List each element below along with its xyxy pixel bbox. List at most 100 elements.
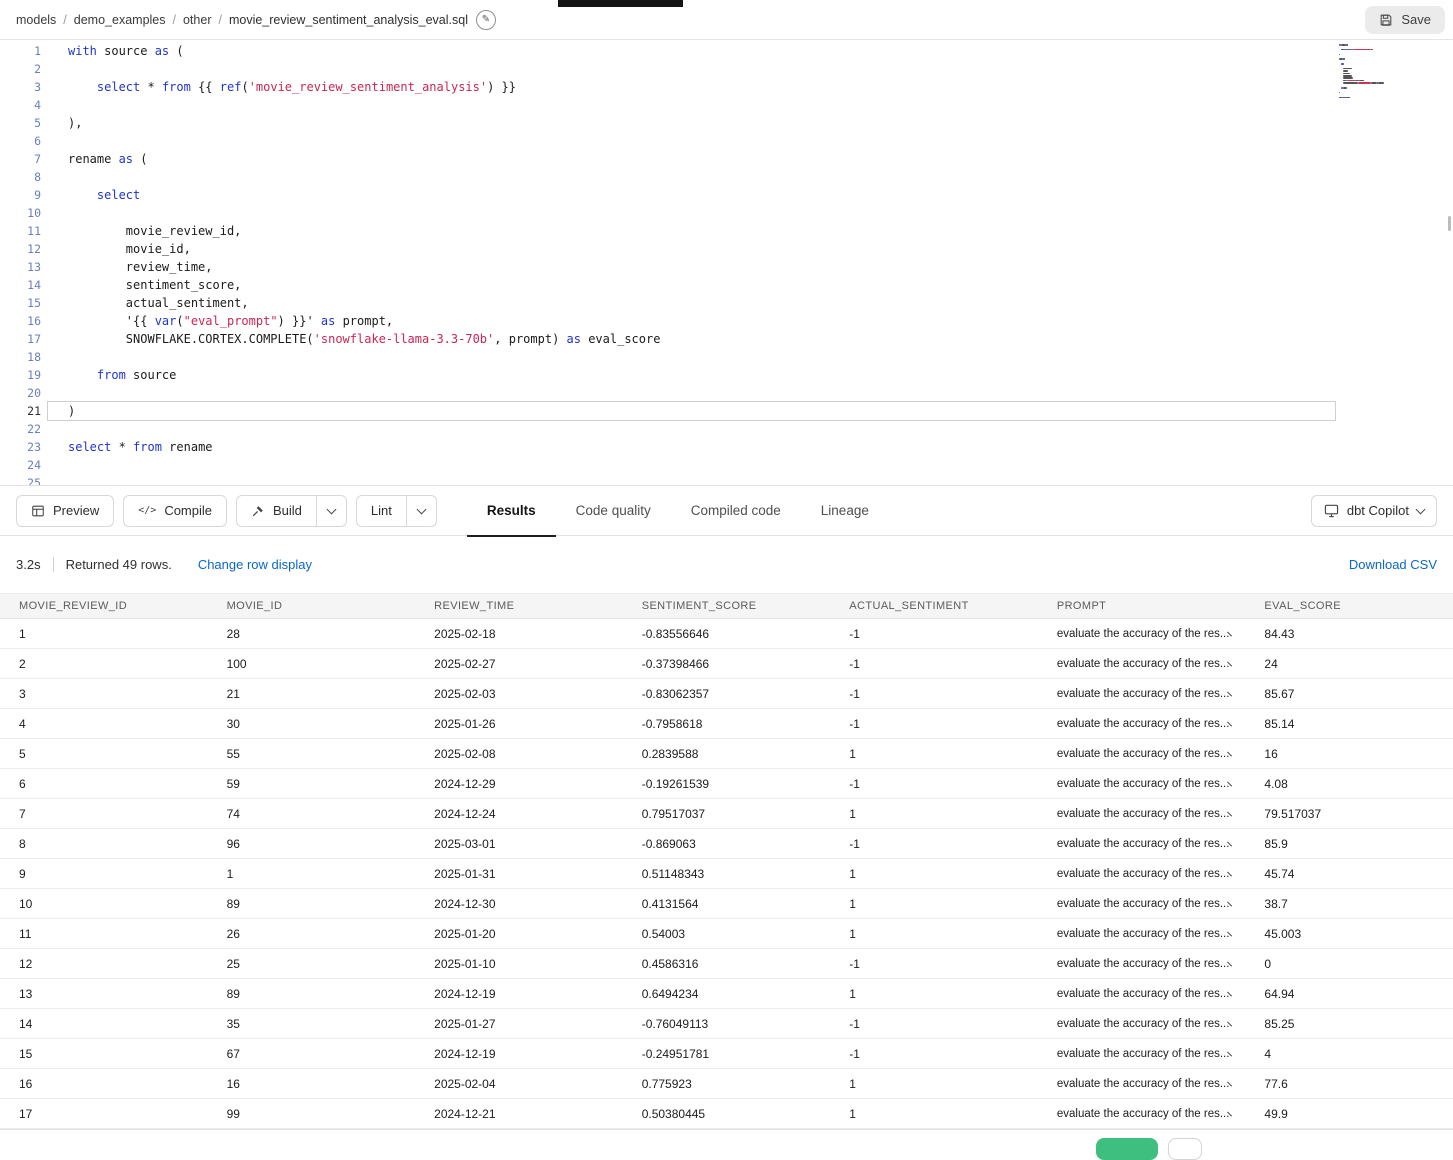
cell-prompt[interactable]: evaluate the accuracy of the res...	[1038, 1018, 1246, 1030]
breadcrumb-item[interactable]: demo_examples	[74, 13, 166, 27]
table-row[interactable]: 17992024-12-210.503804451evaluate the ac…	[0, 1099, 1453, 1129]
cell-prompt[interactable]: evaluate the accuracy of the res...	[1038, 658, 1246, 670]
table-row[interactable]: 13892024-12-190.64942341evaluate the acc…	[0, 979, 1453, 1009]
table-row[interactable]: 21002025-02-27-0.37398466-1evaluate the …	[0, 649, 1453, 679]
breadcrumb-item[interactable]: models	[16, 13, 56, 27]
code-line[interactable]: 21)	[0, 402, 1453, 420]
code-line[interactable]: 13 review_time,	[0, 258, 1453, 276]
cell-prompt[interactable]: evaluate the accuracy of the res...	[1038, 778, 1246, 790]
table-row[interactable]: 10892024-12-300.41315641evaluate the acc…	[0, 889, 1453, 919]
code-line[interactable]: 25	[0, 474, 1453, 486]
cell-prompt[interactable]: evaluate the accuracy of the res...	[1038, 838, 1246, 850]
tab-results[interactable]: Results	[467, 486, 556, 536]
cell-prompt[interactable]: evaluate the accuracy of the res...	[1038, 898, 1246, 910]
code-line[interactable]: 12 movie_id,	[0, 240, 1453, 258]
cell-prompt[interactable]: evaluate the accuracy of the res...	[1038, 688, 1246, 700]
code-line[interactable]: 24	[0, 456, 1453, 474]
code-line[interactable]: 22	[0, 420, 1453, 438]
cell-prompt[interactable]: evaluate the accuracy of the res...	[1038, 928, 1246, 940]
editor-scrollbar[interactable]	[1448, 216, 1451, 231]
table-row[interactable]: 5552025-02-080.28395881evaluate the accu…	[0, 739, 1453, 769]
preview-button[interactable]: Preview	[16, 495, 114, 527]
code-line[interactable]: 14 sentiment_score,	[0, 276, 1453, 294]
code-line[interactable]: 15 actual_sentiment,	[0, 294, 1453, 312]
table-row[interactable]: 8962025-03-01-0.869063-1evaluate the acc…	[0, 829, 1453, 859]
dbt-copilot-button[interactable]: dbt Copilot	[1311, 495, 1437, 527]
code-line[interactable]: 18	[0, 348, 1453, 366]
code-line[interactable]: 10	[0, 204, 1453, 222]
bottom-action-secondary[interactable]	[1168, 1138, 1202, 1160]
minimap[interactable]	[1339, 44, 1435, 104]
tab-compiled-code[interactable]: Compiled code	[671, 486, 801, 536]
table-row[interactable]: 14352025-01-27-0.76049113-1evaluate the …	[0, 1009, 1453, 1039]
line-number: 25	[0, 474, 48, 486]
tab-code-quality[interactable]: Code quality	[556, 486, 671, 536]
cell-movie_review_id: 16	[0, 1077, 208, 1091]
table-row[interactable]: 7742024-12-240.795170371evaluate the acc…	[0, 799, 1453, 829]
code-editor[interactable]: 1with source as (23 select * from {{ ref…	[0, 40, 1453, 486]
download-csv-link[interactable]: Download CSV	[1349, 557, 1437, 572]
bottom-action-green[interactable]	[1096, 1138, 1158, 1160]
cell-prompt[interactable]: evaluate the accuracy of the res...	[1038, 1078, 1246, 1090]
cell-eval_score: 79.517037	[1245, 807, 1453, 821]
table-row[interactable]: 12252025-01-100.4586316-1evaluate the ac…	[0, 949, 1453, 979]
line-number: 4	[0, 96, 48, 114]
save-label: Save	[1401, 12, 1431, 27]
code-line[interactable]: 20	[0, 384, 1453, 402]
change-row-display-link[interactable]: Change row display	[198, 557, 312, 572]
lint-options-button[interactable]	[407, 495, 437, 527]
table-row[interactable]: 912025-01-310.511483431evaluate the accu…	[0, 859, 1453, 889]
breadcrumb-item[interactable]: movie_review_sentiment_analysis_eval.sql	[229, 13, 468, 27]
code-line[interactable]: 9 select	[0, 186, 1453, 204]
code-line[interactable]: 7rename as (	[0, 150, 1453, 168]
cell-eval_score: 4	[1245, 1047, 1453, 1061]
cell-prompt[interactable]: evaluate the accuracy of the res...	[1038, 808, 1246, 820]
cell-eval_score: 38.7	[1245, 897, 1453, 911]
lint-button[interactable]: Lint	[356, 495, 407, 527]
code-line[interactable]: 17 SNOWFLAKE.CORTEX.COMPLETE('snowflake-…	[0, 330, 1453, 348]
build-options-button[interactable]	[317, 495, 347, 527]
cell-prompt[interactable]: evaluate the accuracy of the res...	[1038, 958, 1246, 970]
compile-icon: </>	[138, 505, 156, 516]
table-row[interactable]: 11262025-01-200.540031evaluate the accur…	[0, 919, 1453, 949]
cell-prompt[interactable]: evaluate the accuracy of the res...	[1038, 718, 1246, 730]
cell-movie_id: 1	[208, 867, 416, 881]
prompt-cell-text: evaluate the accuracy of the res...	[1057, 718, 1230, 730]
code-line[interactable]: 16 '{{ var("eval_prompt") }}' as prompt,	[0, 312, 1453, 330]
table-row[interactable]: 6592024-12-29-0.19261539-1evaluate the a…	[0, 769, 1453, 799]
code-line[interactable]: 19 from source	[0, 366, 1453, 384]
cell-prompt[interactable]: evaluate the accuracy of the res...	[1038, 988, 1246, 1000]
table-row[interactable]: 15672024-12-19-0.24951781-1evaluate the …	[0, 1039, 1453, 1069]
table-row[interactable]: 4302025-01-26-0.7958618-1evaluate the ac…	[0, 709, 1453, 739]
edit-file-icon[interactable]: ✎	[476, 10, 496, 30]
build-button[interactable]: Build	[236, 495, 317, 527]
table-row[interactable]: 1282025-02-18-0.83556646-1evaluate the a…	[0, 619, 1453, 649]
cell-sentiment_score: 0.54003	[623, 927, 831, 941]
cell-prompt[interactable]: evaluate the accuracy of the res...	[1038, 628, 1246, 640]
breadcrumb-item[interactable]: other	[183, 13, 212, 27]
cell-review_time: 2025-01-20	[415, 927, 623, 941]
code-line[interactable]: 23select * from rename	[0, 438, 1453, 456]
tab-lineage[interactable]: Lineage	[801, 486, 889, 536]
save-button[interactable]: Save	[1365, 6, 1445, 34]
cell-prompt[interactable]: evaluate the accuracy of the res...	[1038, 1048, 1246, 1060]
code-line[interactable]: 5),	[0, 114, 1453, 132]
table-row[interactable]: 3212025-02-03-0.83062357-1evaluate the a…	[0, 679, 1453, 709]
code-line[interactable]: 4	[0, 96, 1453, 114]
code-line[interactable]: 1with source as (	[0, 42, 1453, 60]
code-line[interactable]: 3 select * from {{ ref('movie_review_sen…	[0, 78, 1453, 96]
line-number: 20	[0, 384, 48, 402]
column-header: PROMPT	[1038, 600, 1246, 612]
cell-prompt[interactable]: evaluate the accuracy of the res...	[1038, 868, 1246, 880]
column-header: MOVIE_ID	[208, 600, 416, 612]
code-line[interactable]: 6	[0, 132, 1453, 150]
cell-movie_review_id: 6	[0, 777, 208, 791]
cell-prompt[interactable]: evaluate the accuracy of the res...	[1038, 748, 1246, 760]
compile-button[interactable]: </> Compile	[123, 495, 227, 527]
code-line[interactable]: 11 movie_review_id,	[0, 222, 1453, 240]
code-line[interactable]: 8	[0, 168, 1453, 186]
prompt-cell-text: evaluate the accuracy of the res...	[1057, 958, 1230, 970]
table-row[interactable]: 16162025-02-040.7759231evaluate the accu…	[0, 1069, 1453, 1099]
code-line[interactable]: 2	[0, 60, 1453, 78]
cell-prompt[interactable]: evaluate the accuracy of the res...	[1038, 1108, 1246, 1120]
